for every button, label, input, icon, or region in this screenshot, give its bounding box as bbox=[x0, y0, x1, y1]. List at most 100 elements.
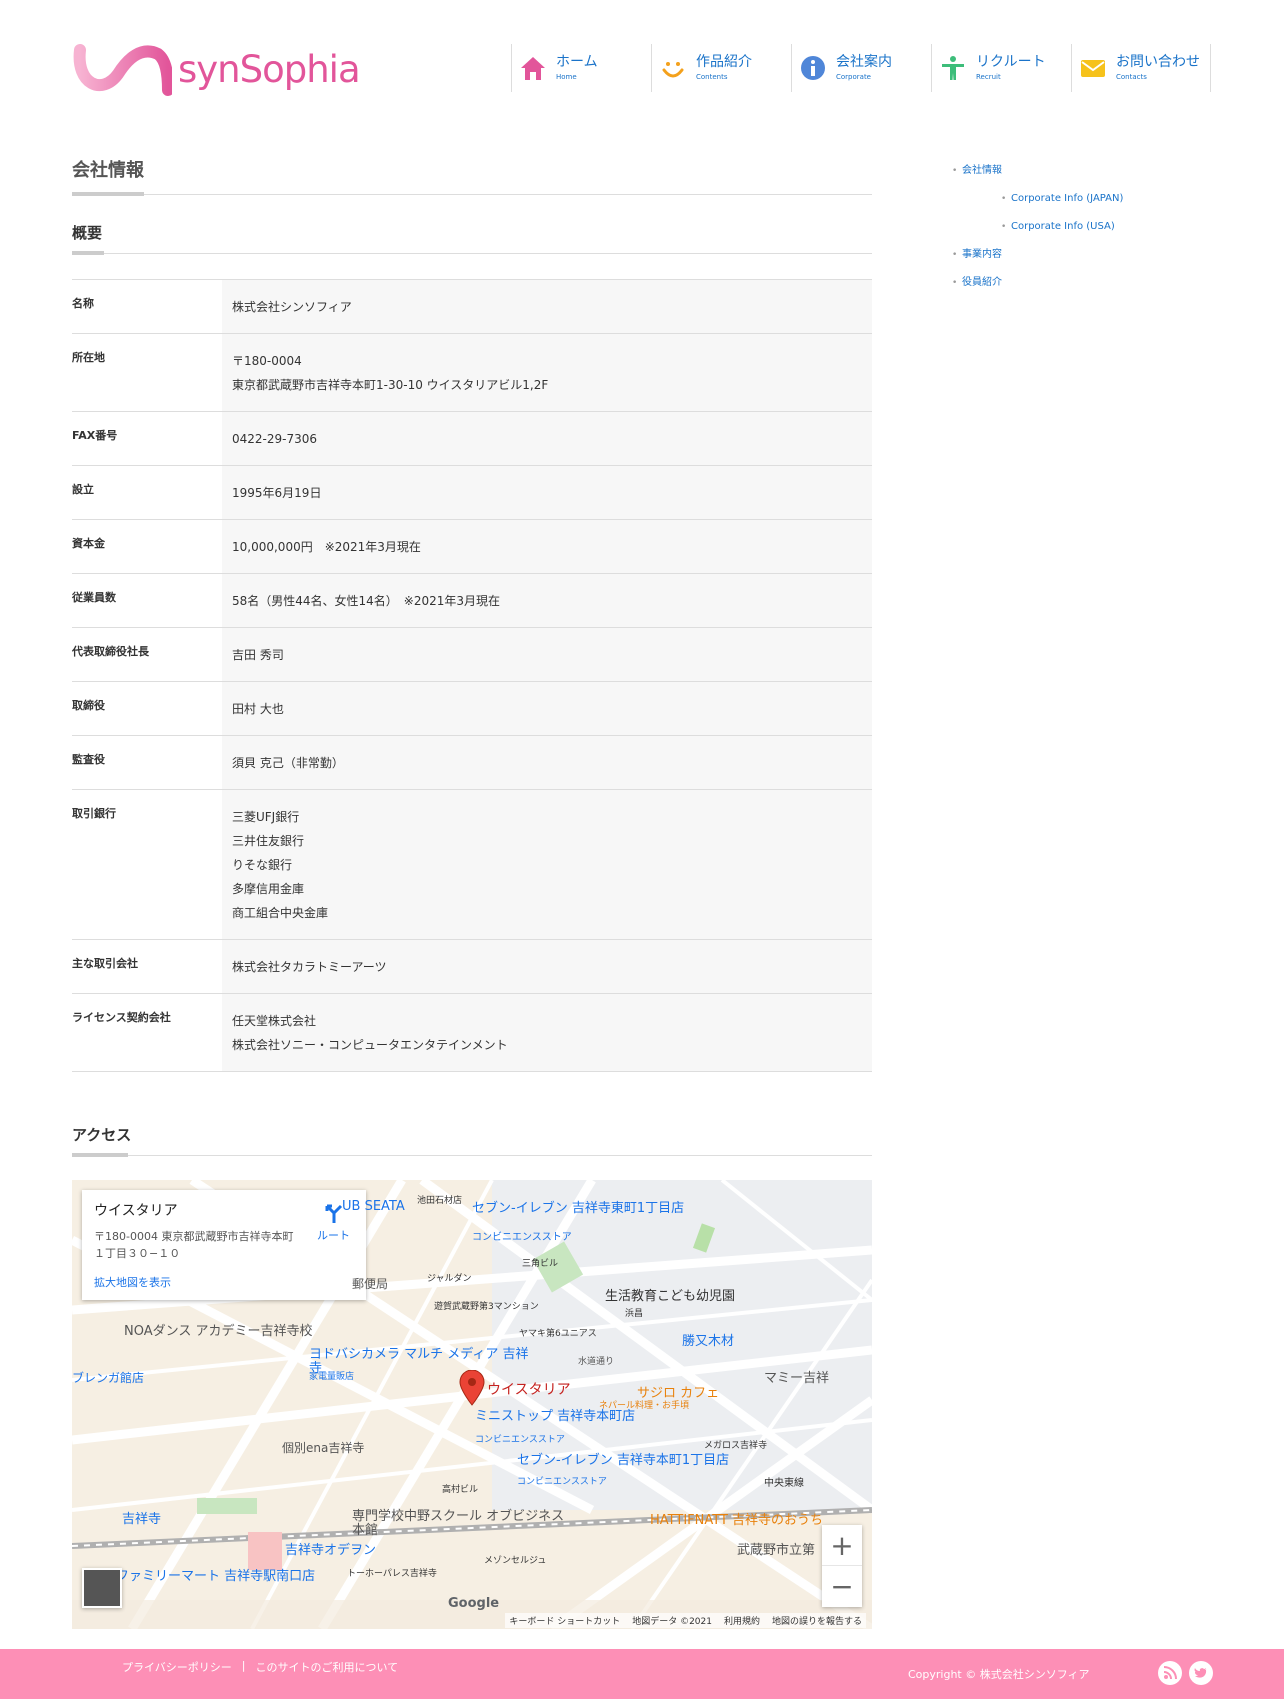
row-value-line: 三井住友銀行 bbox=[232, 834, 305, 848]
map-place-label[interactable]: コンビニエンスストア bbox=[472, 1232, 572, 1243]
map-footer-data: 地図データ ©2021 bbox=[632, 1617, 712, 1627]
map-place-label[interactable]: マミー吉祥 bbox=[764, 1371, 829, 1386]
table-row: 主な取引会社 株式会社タカラトミーアーツ bbox=[72, 939, 872, 994]
row-value: 三菱UFJ銀行 三井住友銀行 りそな銀行多摩信用金庫商工組合中央金庫 bbox=[222, 789, 872, 940]
row-value-line: 0422-29-7306 bbox=[232, 432, 318, 446]
map-place-label[interactable]: 生活教育こども幼児園 bbox=[605, 1289, 735, 1304]
row-value: 須貝 克己（非常勤） bbox=[222, 735, 872, 790]
twitter-icon[interactable] bbox=[1189, 1661, 1213, 1685]
larger-map-link[interactable]: 拡大地図を表示 bbox=[94, 1274, 354, 1290]
row-value-line: 吉田 秀司 bbox=[232, 648, 284, 662]
nav-contents-sub: Contents bbox=[696, 73, 728, 81]
map-place-label[interactable]: HATTIFNATT 吉祥寺のおうち bbox=[650, 1513, 823, 1528]
map-place-label[interactable]: NOAダンス アカデミー吉祥寺校 bbox=[124, 1324, 313, 1339]
map-place-label[interactable]: ブレンガ館店 bbox=[72, 1371, 144, 1385]
smile-icon bbox=[656, 51, 690, 85]
table-row: FAX番号 0422-29-7306 bbox=[72, 411, 872, 466]
map-place-label[interactable]: 吉祥寺オデヲン bbox=[285, 1543, 376, 1558]
map-place-label[interactable]: ミニストップ 吉祥寺本町店 bbox=[475, 1409, 635, 1424]
privacy-policy-link[interactable]: プライバシーポリシー bbox=[122, 1659, 232, 1675]
rss-icon[interactable] bbox=[1158, 1661, 1182, 1685]
sidebar-item-company-info[interactable]: • 会社情報 bbox=[952, 165, 1212, 193]
sidebar: • 会社情報 • Corporate Info (JAPAN) • Corporate… bbox=[952, 165, 1212, 305]
map-place-label[interactable]: トーホーパレス吉祥寺 bbox=[347, 1569, 437, 1580]
zoom-out-button[interactable]: − bbox=[822, 1566, 862, 1607]
nav-contents[interactable]: 作品紹介 Contents bbox=[651, 44, 791, 92]
map-place-label[interactable]: 勝又木材 bbox=[682, 1334, 734, 1349]
map-place-label[interactable]: ジャルダン bbox=[427, 1274, 472, 1285]
bullet-icon: • bbox=[952, 278, 958, 288]
nav-home-sub: Home bbox=[556, 73, 577, 81]
sidebar-item-officers[interactable]: • 役員紹介 bbox=[952, 277, 1212, 305]
map-place-label[interactable]: セブン-イレブン 吉祥寺東町1丁目店 bbox=[472, 1201, 684, 1216]
site-terms-link[interactable]: このサイトのご利用について bbox=[256, 1659, 399, 1675]
row-value: 吉田 秀司 bbox=[222, 627, 872, 682]
row-value: 0422-29-7306 bbox=[222, 411, 872, 466]
map-place-label[interactable]: 浜昌 bbox=[625, 1309, 643, 1320]
map-place-label[interactable]: サジロ カフェ bbox=[637, 1386, 719, 1401]
table-row: 資本金 10,000,000円 ※2021年3月現在 bbox=[72, 519, 872, 574]
row-value-line: りそな銀行 bbox=[232, 858, 293, 872]
map-place-label[interactable]: 武蔵野市立第 bbox=[737, 1543, 815, 1558]
map-place-label[interactable]: コンビニエンスストア bbox=[475, 1435, 565, 1446]
map-footer-shortcuts[interactable]: キーボード ショートカット bbox=[509, 1614, 620, 1627]
map-place-label[interactable]: ファミリーマート 吉祥寺駅南口店 bbox=[116, 1569, 315, 1584]
nav-home[interactable]: ホーム Home bbox=[511, 44, 651, 92]
row-label: FAX番号 bbox=[72, 411, 222, 466]
sidebar-item-corp-usa[interactable]: • Corporate Info (USA) bbox=[952, 221, 1212, 249]
map-place-label[interactable]: 三角ビル bbox=[522, 1259, 558, 1270]
map-place-label[interactable]: 中央東線 bbox=[764, 1478, 804, 1489]
row-value: 1995年6月19日 bbox=[222, 465, 872, 520]
row-label: 従業員数 bbox=[72, 573, 222, 628]
sidebar-item-label: Corporate Info (USA) bbox=[1011, 221, 1115, 232]
zoom-in-button[interactable]: + bbox=[822, 1525, 862, 1566]
map-place-label[interactable]: セブン-イレブン 吉祥寺本町1丁目店 bbox=[517, 1453, 729, 1468]
row-label: 主な取引会社 bbox=[72, 939, 222, 994]
site-logo[interactable]: synSophia bbox=[72, 44, 362, 96]
map-place-label[interactable]: UB SEATA bbox=[342, 1199, 405, 1214]
row-label: 監査役 bbox=[72, 735, 222, 790]
map-place-label[interactable]: メゾンセルジュ bbox=[484, 1556, 546, 1567]
row-label: ライセンス契約会社 bbox=[72, 993, 222, 1072]
sidebar-item-business[interactable]: • 事業内容 bbox=[952, 249, 1212, 277]
footer-links: プライバシーポリシー | このサイトのご利用について bbox=[122, 1659, 398, 1675]
map-pin-label: ウイスタリア bbox=[487, 1382, 571, 1398]
map-footer-report[interactable]: 地図の誤りを報告する bbox=[772, 1614, 862, 1627]
map-place-label[interactable]: 吉祥寺 bbox=[122, 1512, 161, 1527]
row-value-line: 株式会社シンソフィア bbox=[232, 300, 352, 314]
nav-recruit-label: リクルート bbox=[976, 54, 1046, 70]
row-value: 株式会社タカラトミーアーツ bbox=[222, 939, 872, 994]
row-value-line: 商工組合中央金庫 bbox=[232, 906, 329, 920]
map-place-label[interactable]: コンビニエンスストア bbox=[517, 1477, 607, 1488]
map-place-label[interactable]: 個別ena吉祥寺 bbox=[282, 1441, 364, 1455]
map-place-label[interactable]: 水道通り bbox=[578, 1357, 614, 1368]
map-footer-terms[interactable]: 利用規約 bbox=[724, 1614, 760, 1627]
route-label: ルート bbox=[317, 1229, 350, 1242]
map-card-title: ウイスタリア bbox=[94, 1203, 178, 1219]
row-value: 〒180-0004 東京都武蔵野市吉祥寺本町1-30-10 ウイスタリアビル1,2… bbox=[222, 333, 872, 412]
map-place-label[interactable]: 郵便局 bbox=[352, 1277, 388, 1291]
sidebar-item-label: 事業内容 bbox=[962, 249, 1002, 260]
row-value-line: 須貝 克己（非常勤） bbox=[232, 756, 344, 770]
row-value-line: 多摩信用金庫 bbox=[232, 882, 305, 896]
nav-recruit[interactable]: リクルート Recruit bbox=[931, 44, 1071, 92]
google-map[interactable]: ウイスタリア 〒180-0004 東京都武蔵野市吉祥寺本町１丁目３０−１０ 拡大… bbox=[72, 1180, 872, 1629]
nav-corporate[interactable]: 会社案内 Corporate bbox=[791, 44, 931, 92]
sidebar-item-label: Corporate Info (JAPAN) bbox=[1011, 193, 1124, 204]
nav-contacts[interactable]: お問い合わせ Contacts bbox=[1071, 44, 1211, 92]
map-place-label[interactable]: 家電量販店 bbox=[309, 1372, 354, 1383]
sidebar-item-corp-japan[interactable]: • Corporate Info (JAPAN) bbox=[952, 193, 1212, 221]
map-place-label[interactable]: 専門学校中野スクール オブビジネス本館 bbox=[352, 1509, 572, 1539]
table-row: 取引銀行 三菱UFJ銀行 三井住友銀行 りそな銀行 多摩信用金庫 商工組合中央金庫 bbox=[72, 789, 872, 940]
bullet-icon: • bbox=[1001, 194, 1007, 204]
row-value-line: 三菱UFJ銀行 bbox=[232, 810, 300, 824]
table-row: 従業員数 58名（男性44名、女性14名） ※2021年3月現在 bbox=[72, 573, 872, 628]
map-satellite-toggle[interactable] bbox=[82, 1568, 122, 1608]
map-place-label[interactable]: ヤマキ第6ユニアス bbox=[519, 1329, 597, 1340]
map-place-label[interactable]: 高村ビル bbox=[442, 1485, 478, 1496]
map-place-label[interactable]: 遊賀武蔵野第3マンション bbox=[434, 1302, 539, 1313]
home-icon bbox=[516, 51, 550, 85]
map-place-label[interactable]: 池田石材店 bbox=[417, 1196, 462, 1207]
row-value-line: 〒180-0004 bbox=[232, 354, 302, 368]
map-place-label[interactable]: メガロス吉祥寺 bbox=[704, 1441, 767, 1452]
